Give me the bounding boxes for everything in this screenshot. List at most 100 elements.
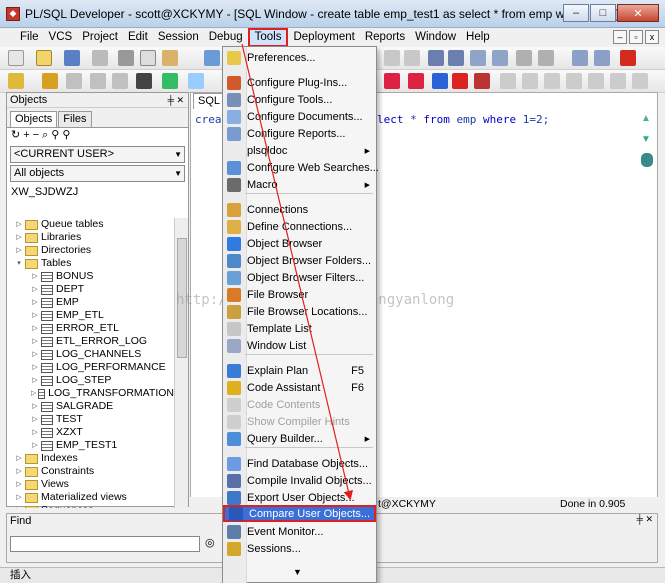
tree-table[interactable]: ▷ LOG_CHANNELS: [7, 348, 174, 361]
tree-folder[interactable]: ▷ Libraries: [7, 231, 174, 244]
stop-icon[interactable]: [66, 73, 82, 89]
expand-icon[interactable]: ▷: [31, 309, 39, 322]
menu-item-configure-plug-ins[interactable]: Configure Plug-Ins...: [223, 74, 376, 91]
toolbar2-icon-r11[interactable]: [610, 73, 626, 89]
toolbar-icon-r4[interactable]: [448, 50, 464, 66]
menu-item-event-monitor[interactable]: Event Monitor...: [223, 523, 376, 540]
db-icon-1[interactable]: [136, 73, 152, 89]
pin-icon[interactable]: ╪ ✕: [168, 93, 184, 108]
execute-icon[interactable]: [42, 73, 58, 89]
db-icon-2[interactable]: [162, 73, 178, 89]
menu-tools[interactable]: Tools: [247, 28, 289, 47]
expand-icon[interactable]: ▷: [31, 296, 39, 309]
maximize-button[interactable]: □: [590, 4, 616, 22]
windows-icon[interactable]: [572, 50, 588, 66]
menu-reports[interactable]: Reports: [360, 28, 410, 47]
filter-icon[interactable]: ⚲: [51, 129, 62, 141]
expand-icon[interactable]: ▷: [31, 361, 39, 374]
menu-file[interactable]: File: [4, 28, 44, 47]
menu-item-query-builder[interactable]: Query Builder... ▶: [223, 430, 376, 447]
save-icon[interactable]: [64, 50, 80, 66]
menu-item-configure-web-searches[interactable]: Configure Web Searches...: [223, 159, 379, 176]
filter-edit-icon[interactable]: ⚲: [62, 129, 73, 141]
menu-item-preferences[interactable]: Preferences...: [223, 49, 376, 66]
find-input[interactable]: [10, 536, 200, 552]
binoculars-icon[interactable]: ◎: [205, 536, 215, 549]
menu-item-plsqldoc[interactable]: plsqldoc ▶: [223, 142, 376, 159]
close-button[interactable]: ✕: [617, 4, 659, 22]
toolbar-icon-r3[interactable]: [428, 50, 444, 66]
commit-icon[interactable]: [90, 73, 106, 89]
expand-icon[interactable]: ▷: [15, 504, 23, 508]
tree-table[interactable]: ▷ EMP_ETL: [7, 309, 174, 322]
expand-icon[interactable]: ▷: [31, 374, 39, 387]
tree-table[interactable]: ▷ BONUS: [7, 270, 174, 283]
tree-table[interactable]: ▷ ERROR_ETL: [7, 322, 174, 335]
menu-project[interactable]: Project: [77, 28, 123, 47]
expand-icon[interactable]: ▷: [31, 322, 39, 335]
tree-folder[interactable]: ▾ Tables: [7, 257, 174, 270]
expand-icon[interactable]: ▷: [15, 244, 23, 257]
toolbar-icon-r7[interactable]: [516, 50, 532, 66]
toolbar2-icon-r6[interactable]: [500, 73, 516, 89]
paste-icon[interactable]: [162, 50, 178, 66]
sql-code-left[interactable]: crea: [195, 113, 222, 126]
menu-item-object-browser-folders[interactable]: Object Browser Folders...: [223, 252, 376, 269]
menu-item-object-browser[interactable]: Object Browser: [223, 235, 376, 252]
toolbar-icon-r8[interactable]: [538, 50, 554, 66]
oracle-icon[interactable]: [620, 50, 636, 66]
arrow-right-red-icon[interactable]: [452, 73, 468, 89]
menu-item-code-contents[interactable]: Code Contents: [223, 396, 376, 413]
expand-icon[interactable]: ▷: [31, 387, 36, 400]
menu-vcs[interactable]: VCS: [44, 28, 78, 47]
rollback-icon[interactable]: [112, 73, 128, 89]
tree-folder[interactable]: ▷ Constraints: [7, 465, 174, 478]
tree-folder[interactable]: ▷ Sequences: [7, 504, 174, 508]
cut-icon[interactable]: [118, 50, 134, 66]
toolbar2-icon-r5[interactable]: [474, 73, 490, 89]
db-cylinder-icon[interactable]: [641, 153, 653, 167]
tree-table[interactable]: ▷ XZXT: [7, 426, 174, 439]
tree-table[interactable]: ▷ EMP_TEST1: [7, 439, 174, 452]
find-pin-icon[interactable]: ╪ ✕: [637, 514, 653, 525]
tree-table[interactable]: ▷ DEPT: [7, 283, 174, 296]
expand-icon[interactable]: ▷: [31, 348, 39, 361]
expand-icon[interactable]: ▷: [15, 465, 23, 478]
tab-sql[interactable]: SQL: [193, 93, 226, 109]
key-icon[interactable]: [8, 73, 24, 89]
menu-edit[interactable]: Edit: [123, 28, 153, 47]
menu-item-window-list[interactable]: Window List: [223, 337, 376, 354]
menu-item-object-browser-filters[interactable]: Object Browser Filters...: [223, 269, 376, 286]
print-icon[interactable]: [92, 50, 108, 66]
expand-icon[interactable]: ▷: [15, 452, 23, 465]
new-icon[interactable]: [8, 50, 24, 66]
menu-item-export-user-objects[interactable]: Export User Objects...: [223, 489, 376, 506]
arrow-right-blue-icon[interactable]: [432, 73, 448, 89]
tab-files[interactable]: Files: [58, 111, 92, 127]
toolbar-icon-r6[interactable]: [492, 50, 508, 66]
mdi-restore-button[interactable]: ▫: [629, 30, 643, 44]
copy-icon[interactable]: [140, 50, 156, 66]
down-arrow-icon[interactable]: ▼: [641, 134, 655, 145]
tree-table[interactable]: ▷ LOG_TRANSFORMATION: [7, 387, 174, 400]
menu-debug[interactable]: Debug: [204, 28, 248, 47]
toolbar2-icon-r7[interactable]: [522, 73, 538, 89]
filter-combo[interactable]: All objects ▼: [10, 165, 185, 182]
menu-window[interactable]: Window: [410, 28, 461, 47]
menu-item-sessions[interactable]: Sessions...: [223, 540, 376, 557]
menu-item-configure-reports[interactable]: Configure Reports...: [223, 125, 376, 142]
menu-item-code-assistant[interactable]: Code Assistant F6: [223, 379, 376, 396]
menu-item-show-compiler-hints[interactable]: Show Compiler Hints: [223, 413, 376, 430]
tree-folder[interactable]: ▷ Indexes: [7, 452, 174, 465]
menu-item-template-list[interactable]: Template List: [223, 320, 376, 337]
menu-more-arrow-icon[interactable]: ▼: [293, 567, 302, 577]
menu-item-compile-invalid-objects[interactable]: Compile Invalid Objects...: [223, 472, 376, 489]
menu-item-define-connections[interactable]: Define Connections...: [223, 218, 376, 235]
tab-objects[interactable]: Objects: [10, 111, 58, 127]
expand-icon[interactable]: ▷: [15, 478, 23, 491]
user-combo[interactable]: <CURRENT USER> ▼: [10, 146, 185, 163]
tree-table[interactable]: ▷ EMP: [7, 296, 174, 309]
menu-item-configure-documents[interactable]: Configure Documents...: [223, 108, 376, 125]
tile-icon[interactable]: [594, 50, 610, 66]
menu-deployment[interactable]: Deployment: [288, 28, 359, 47]
